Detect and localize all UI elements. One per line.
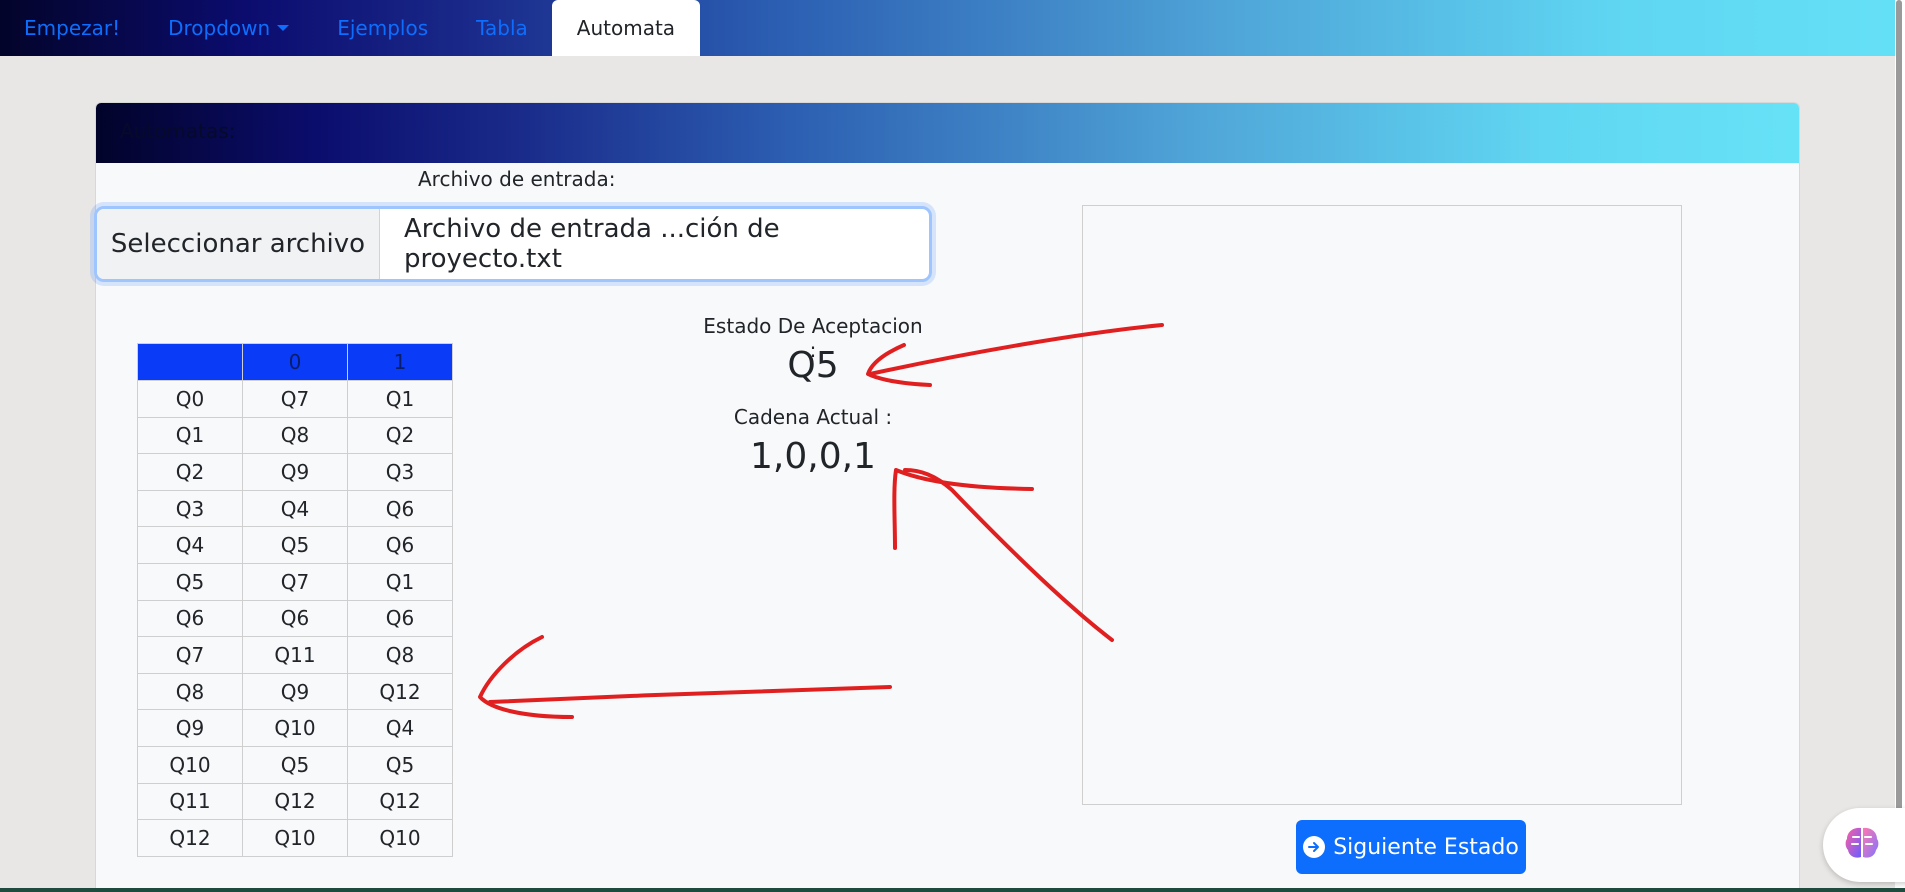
table-row: Q11 Q12 Q12 — [137, 782, 453, 821]
table-header-cell: 1 — [347, 343, 453, 381]
table-cell: Q2 — [137, 453, 243, 491]
table-cell: Q8 — [137, 672, 243, 711]
table-row: Q8 Q9 Q12 — [137, 672, 453, 711]
table-cell: Q5 — [242, 745, 348, 784]
table-cell: Q7 — [137, 636, 243, 674]
table-row: Q7 Q11 Q8 — [137, 636, 453, 674]
next-state-label: Siguiente Estado — [1333, 834, 1519, 860]
table-cell: Q1 — [347, 380, 453, 418]
nav-ejemplos[interactable]: Ejemplos — [313, 0, 452, 56]
table-row: Q6 Q6 Q6 — [137, 599, 453, 638]
file-input[interactable]: Seleccionar archivo Archivo de entrada .… — [94, 206, 932, 282]
table-cell: Q4 — [137, 526, 243, 564]
nav-dropdown[interactable]: Dropdown — [144, 0, 313, 56]
table-row: Q12 Q10 Q10 — [137, 819, 453, 857]
table-header-cell — [137, 343, 243, 381]
table-row: Q1 Q8 Q2 — [137, 416, 453, 455]
table-cell: Q6 — [347, 599, 453, 638]
table-cell: Q0 — [137, 380, 243, 418]
table-cell: Q7 — [242, 380, 348, 418]
table-row: Q3 Q4 Q6 — [137, 489, 453, 528]
table-cell: Q7 — [242, 562, 348, 601]
next-state-button[interactable]: Siguiente Estado — [1296, 820, 1526, 874]
table-cell: Q1 — [137, 416, 243, 455]
card-title: Automatas: — [120, 119, 236, 143]
table-row: Q2 Q9 Q3 — [137, 453, 453, 491]
select-file-button[interactable]: Seleccionar archivo — [97, 209, 380, 279]
current-chain-label: Cadena Actual : — [733, 405, 893, 429]
selected-file-name: Archivo de entrada ...ción de proyecto.t… — [404, 214, 780, 274]
table-cell: Q11 — [137, 782, 243, 821]
table-cell: Q2 — [347, 416, 453, 455]
top-navbar: Empezar! Dropdown Ejemplos Tabla Automat… — [0, 0, 1895, 56]
transition-table: 0 1 Q0 Q7 Q1 Q1 Q8 Q2 Q2 Q9 Q3 Q3 Q4 Q6 Q4 Q5 Q6 Q5 Q7 Q1… — [137, 343, 453, 857]
nav-tabla[interactable]: Tabla — [452, 0, 552, 56]
table-cell: Q9 — [242, 453, 348, 491]
table-cell: Q5 — [137, 562, 243, 601]
nav-empezar[interactable]: Empezar! — [0, 0, 144, 56]
table-cell: Q9 — [242, 672, 348, 711]
table-row: Q0 Q7 Q1 — [137, 380, 453, 418]
accept-state-value: Q5 — [787, 345, 839, 386]
table-cell: Q8 — [347, 636, 453, 674]
table-cell: Q12 — [347, 782, 453, 821]
file-input-label: Archivo de entrada: — [418, 167, 616, 191]
automaton-graph-canvas — [1082, 205, 1682, 805]
table-cell: Q12 — [242, 782, 348, 821]
table-cell: Q1 — [347, 562, 453, 601]
table-cell: Q5 — [242, 526, 348, 564]
table-cell: Q10 — [137, 745, 243, 784]
assistant-widget[interactable] — [1823, 808, 1905, 882]
table-cell: Q8 — [242, 416, 348, 455]
table-cell: Q4 — [242, 489, 348, 528]
table-row: Q5 Q7 Q1 — [137, 562, 453, 601]
table-cell: Q12 — [137, 819, 243, 857]
table-cell: Q3 — [347, 453, 453, 491]
table-header-row: 0 1 — [137, 343, 453, 381]
table-row: Q9 Q10 Q4 — [137, 709, 453, 747]
table-cell: Q4 — [347, 709, 453, 747]
table-header-cell: 0 — [242, 343, 348, 381]
table-cell: Q9 — [137, 709, 243, 747]
table-cell: Q10 — [242, 709, 348, 747]
table-cell: Q5 — [347, 745, 453, 784]
table-cell: Q3 — [137, 489, 243, 528]
table-cell: Q12 — [347, 672, 453, 711]
table-cell: Q10 — [242, 819, 348, 857]
table-row: Q10 Q5 Q5 — [137, 745, 453, 784]
table-cell: Q6 — [137, 599, 243, 638]
current-chain-value: 1,0,0,1 — [750, 436, 876, 477]
table-row: Q4 Q5 Q6 — [137, 526, 453, 564]
table-cell: Q6 — [242, 599, 348, 638]
arrow-circle-right-icon — [1303, 836, 1326, 858]
bottom-edge-strip — [0, 888, 1905, 892]
nav-automata[interactable]: Automata — [551, 0, 701, 56]
brain-icon — [1843, 825, 1881, 865]
table-cell: Q11 — [242, 636, 348, 674]
table-cell: Q6 — [347, 489, 453, 528]
table-cell: Q6 — [347, 526, 453, 564]
table-cell: Q10 — [347, 819, 453, 857]
card-header: Automatas: — [96, 103, 1799, 163]
page-scrollbar-thumb[interactable] — [1896, 0, 1902, 880]
caret-down-icon — [277, 25, 290, 31]
